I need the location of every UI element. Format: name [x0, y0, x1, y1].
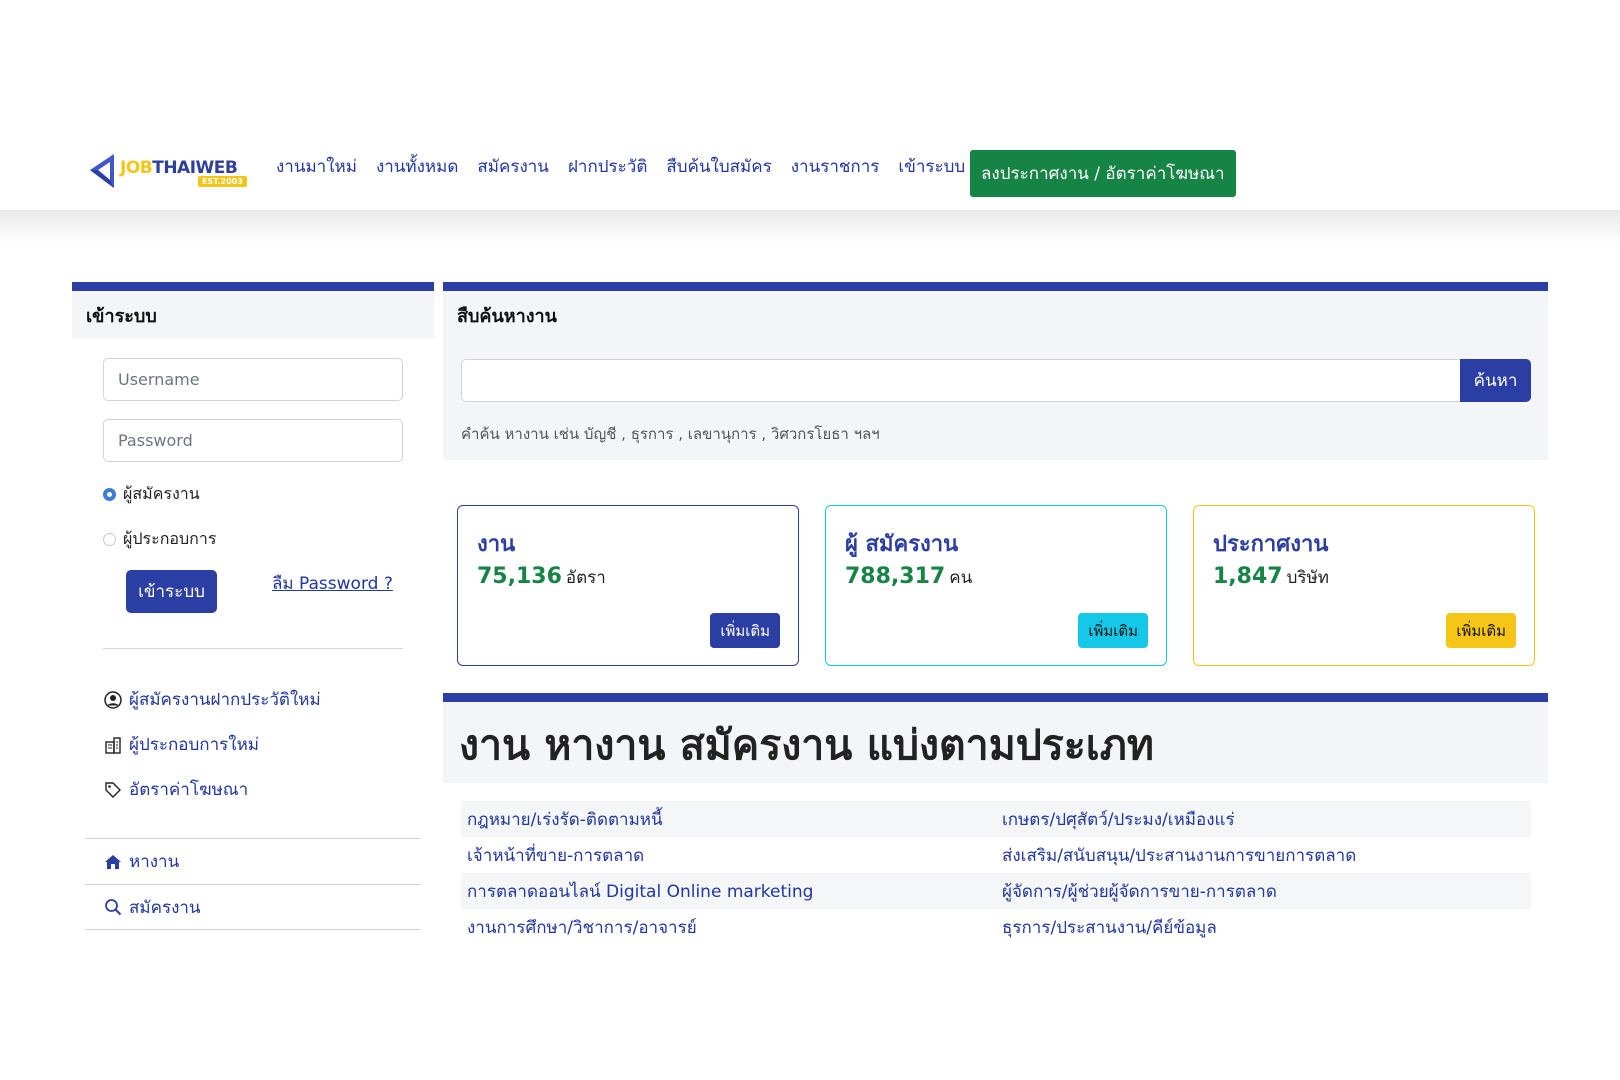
bottom-nav-apply[interactable]: สมัครงาน [85, 884, 421, 930]
register-applicant-label: ผู้สมัครงานฝากประวัติใหม่ [129, 690, 321, 710]
stat-card-title: ผู้ สมัครงาน [845, 532, 959, 557]
site-logo[interactable]: JOBTHAIWEB EST.2003 [86, 152, 264, 192]
ad-rates-label: อัตราค่าโฆษณา [129, 780, 249, 800]
register-applicant-link[interactable]: ผู้สมัครงานฝากประวัติใหม่ [103, 686, 321, 713]
stat-card-companies: ประกาศงาน 1,847 บริษัท เพิ่มเติม [1193, 505, 1535, 666]
search-icon [103, 897, 123, 917]
category-list: กฎหมาย/เร่งรัด-ติดตามหนี้ เกษตร/ปศุสัตว์… [461, 801, 1531, 945]
category-row: เจ้าหน้าที่ขาย-การตลาด ส่งเสริม/สนับสนุน… [461, 837, 1531, 873]
more-jobs-button[interactable]: เพิ่มเติม [710, 613, 780, 648]
stat-card-title: ประกาศงาน [1213, 532, 1329, 557]
radio-unselected-icon [103, 533, 116, 546]
logo-mark-icon [90, 154, 114, 188]
ad-rates-link[interactable]: อัตราค่าโฆษณา [103, 776, 248, 803]
register-employer-link[interactable]: ผู้ประกอบการใหม่ [103, 731, 259, 758]
search-panel-title: สืบค้นหางาน [457, 305, 557, 327]
more-applicants-button[interactable]: เพิ่มเติม [1078, 613, 1148, 648]
category-link[interactable]: การตลาดออนไลน์ Digital Online marketing [461, 878, 996, 905]
category-link[interactable]: ผู้จัดการ/ผู้ช่วยผู้จัดการขาย-การตลาด [996, 878, 1531, 905]
login-button[interactable]: เข้าระบบ [126, 570, 217, 613]
role-radio-employer[interactable]: ผู้ประกอบการ [103, 527, 216, 552]
bottom-nav-find-jobs[interactable]: หางาน [85, 838, 421, 884]
role-label-employer: ผู้ประกอบการ [123, 529, 217, 548]
job-search-panel: สืบค้นหางาน ค้นหา คำค้น หางาน เช่น บัญชี… [443, 282, 1548, 460]
role-radio-applicant[interactable]: ผู้สมัครงาน [103, 482, 200, 507]
building-icon [103, 735, 123, 755]
header-shadow [0, 210, 1620, 244]
home-icon [103, 852, 123, 872]
role-label-applicant: ผู้สมัครงาน [123, 484, 200, 503]
stat-card-value: 788,317 คน [845, 564, 973, 589]
forgot-password-link[interactable]: ลืม Password ? [272, 570, 393, 597]
post-job-button[interactable]: ลงประกาศงาน / อัตราค่าโฆษณา [970, 150, 1236, 197]
user-circle-icon [103, 690, 123, 710]
stat-card-title: งาน [477, 532, 516, 557]
categories-accent [443, 693, 1548, 702]
category-link[interactable]: กฎหมาย/เร่งรัด-ติดตามหนี้ [461, 806, 996, 833]
site-header: JOBTHAIWEB EST.2003 งานมาใหม่ งานทั้งหมด… [0, 140, 1620, 212]
logo-wordmark: JOBTHAIWEB [120, 158, 238, 178]
username-input[interactable] [103, 358, 403, 401]
bottom-nav-find-jobs-label: หางาน [129, 852, 180, 872]
nav-item-resume[interactable]: ฝากประวัติ [568, 153, 647, 180]
password-input[interactable] [103, 419, 403, 462]
category-link[interactable]: เกษตร/ปศุสัตว์/ประมง/เหมืองแร่ [996, 806, 1531, 833]
divider [103, 648, 403, 649]
category-row: กฎหมาย/เร่งรัด-ติดตามหนี้ เกษตร/ปศุสัตว์… [461, 801, 1531, 837]
tag-icon [103, 780, 123, 800]
stat-card-value: 75,136 อัตรา [477, 564, 606, 589]
stat-card-applicants: ผู้ สมัครงาน 788,317 คน เพิ่มเติม [825, 505, 1167, 666]
category-link[interactable]: เจ้าหน้าที่ขาย-การตลาด [461, 842, 996, 869]
login-panel: เข้าระบบ ผู้สมัครงาน ผู้ประกอบการ เข้าระ… [72, 282, 434, 930]
login-panel-accent [72, 282, 434, 291]
main-nav: งานมาใหม่ งานทั้งหมด สมัครงาน ฝากประวัติ… [276, 140, 984, 192]
category-row: การตลาดออนไลน์ Digital Online marketing … [461, 873, 1531, 909]
stat-card-jobs: งาน 75,136 อัตรา เพิ่มเติม [457, 505, 799, 666]
register-employer-label: ผู้ประกอบการใหม่ [129, 735, 259, 755]
category-link[interactable]: ส่งเสริม/สนับสนุน/ประสานงานการขายการตลาด [996, 842, 1531, 869]
search-panel-accent [443, 282, 1548, 291]
job-search-input[interactable] [461, 359, 1461, 402]
category-link[interactable]: ธุรการ/ประสานงาน/คีย์ข้อมูล [996, 914, 1531, 941]
category-row: งานการศึกษา/วิชาการ/อาจารย์ ธุรการ/ประสา… [461, 909, 1531, 945]
nav-item-search-resumes[interactable]: สืบค้นใบสมัคร [666, 153, 771, 180]
nav-item-all-jobs[interactable]: งานทั้งหมด [376, 153, 458, 180]
search-hint: คำค้น หางาน เช่น บัญชี , ธุรการ , เลขานุ… [461, 425, 880, 443]
nav-item-apply[interactable]: สมัครงาน [477, 153, 549, 180]
bottom-nav-apply-label: สมัครงาน [129, 897, 201, 918]
radio-selected-icon [103, 488, 116, 501]
categories-panel: งาน หางาน สมัครงาน แบ่งตามประเภท [443, 693, 1548, 783]
categories-title: งาน หางาน สมัครงาน แบ่งตามประเภท [459, 721, 1154, 769]
nav-item-new-jobs[interactable]: งานมาใหม่ [276, 153, 357, 180]
login-panel-title: เข้าระบบ [72, 291, 434, 339]
more-companies-button[interactable]: เพิ่มเติม [1446, 613, 1516, 648]
category-link[interactable]: งานการศึกษา/วิชาการ/อาจารย์ [461, 914, 996, 941]
nav-item-gov-jobs[interactable]: งานราชการ [791, 153, 880, 180]
search-button[interactable]: ค้นหา [1460, 359, 1531, 402]
nav-item-login[interactable]: เข้าระบบ [898, 153, 965, 180]
stat-card-value: 1,847 บริษัท [1213, 564, 1329, 589]
logo-est-badge: EST.2003 [198, 176, 247, 187]
